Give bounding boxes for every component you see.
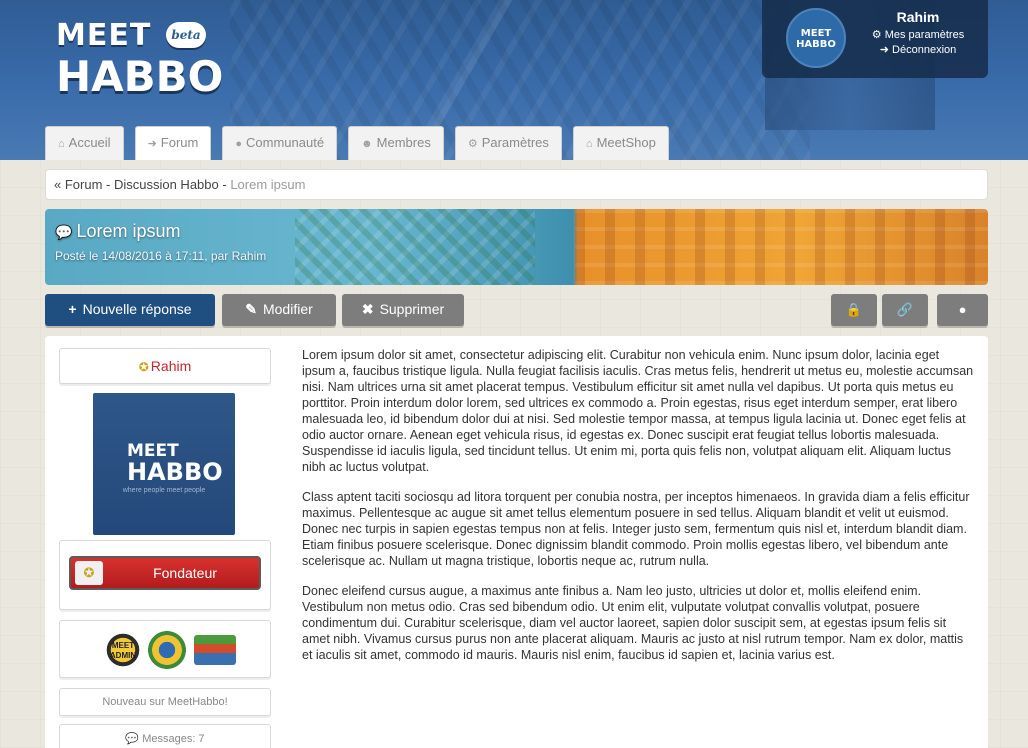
lock-icon: 🔒 — [845, 302, 863, 317]
medal-icon: ✪ — [138, 360, 149, 374]
breadcrumb: « Forum - Discussion Habbo - Lorem ipsum — [45, 169, 988, 200]
comment-icon: 💬 — [125, 733, 143, 745]
logout-link[interactable]: ➜ Déconnexion — [858, 43, 978, 56]
logo-habbo: HABBO — [56, 52, 224, 101]
meet-admin-badge[interactable]: MEET ADMIN — [104, 631, 142, 669]
member-status: Nouveau sur MeetHabbo! — [59, 688, 271, 716]
breadcrumb-current: Lorem ipsum — [230, 177, 306, 192]
topic-banner: 💬 Lorem ipsum Posté le 14/08/2016 à 17:11… — [45, 209, 988, 285]
breadcrumb-forum[interactable]: Forum — [65, 177, 103, 192]
logout-icon: ➜ — [879, 44, 889, 56]
comment-icon: 💬 — [55, 224, 73, 240]
tab-label: Accueil — [68, 135, 111, 150]
author-name: Rahim — [150, 358, 192, 374]
signin-icon: ➜ — [147, 138, 157, 150]
tab-meetshop[interactable]: ⌂ MeetShop — [572, 126, 669, 160]
tab-label: Paramètres — [481, 135, 549, 150]
logo-meet: MEET — [56, 18, 152, 53]
shop-icon: ⌂ — [585, 138, 593, 150]
beta-badge: beta — [166, 22, 206, 48]
tab-parametres[interactable]: ⚙ Paramètres — [454, 126, 562, 160]
home-icon: ⌂ — [58, 138, 65, 150]
medal-icon: ✪ — [75, 561, 103, 585]
breadcrumb-separator: - — [102, 177, 114, 192]
gear-icon: ⚙ — [871, 29, 882, 41]
edit-label: Modifier — [262, 301, 313, 317]
delete-label: Supprimer — [379, 301, 445, 317]
topic-title: 💬 Lorem ipsum — [55, 221, 180, 242]
post-card: ✪ Rahim MEET HABBO where people meet peop… — [45, 336, 988, 748]
rank-label: Fondateur — [153, 565, 217, 581]
breadcrumb-separator: - — [218, 177, 231, 192]
banner-scene-left — [295, 209, 535, 285]
author-name-box[interactable]: ✪ Rahim — [59, 348, 271, 384]
author-avatar: MEET HABBO where people meet people — [93, 393, 235, 535]
badges-box: MEET ADMIN — [59, 620, 271, 678]
tab-communaute[interactable]: ● Communauté — [222, 126, 338, 160]
new-reply-button[interactable]: + Nouvelle réponse — [45, 294, 215, 326]
avatar-logo-tagline: where people meet people — [122, 487, 206, 494]
tab-label: Membres — [376, 135, 431, 150]
banner-scene-right — [575, 209, 988, 285]
site-header: MEET beta HABBO MEET HABBO Rahim ⚙ Mes p… — [0, 0, 1028, 160]
gear-icon: ⚙ — [467, 138, 478, 150]
site-logo[interactable]: MEET beta HABBO — [56, 18, 231, 101]
user-name[interactable]: Rahim — [858, 9, 978, 25]
globe-icon: ● — [958, 302, 967, 317]
post-paragraph: Lorem ipsum dolor sit amet, consectetur … — [302, 348, 974, 474]
avatar-logo-habbo: HABBO — [127, 458, 223, 486]
sheriff-badge[interactable] — [148, 631, 186, 669]
new-reply-label: Nouvelle réponse — [82, 301, 192, 317]
tab-label: Forum — [160, 135, 199, 150]
tab-forum[interactable]: ➜ Forum — [134, 126, 212, 160]
main-nav: ⌂ Accueil ➜ Forum ● Communauté ☻ Membres ⚙ Pa… — [45, 126, 669, 160]
breadcrumb-category[interactable]: Discussion Habbo — [114, 177, 219, 192]
post-paragraph: Class aptent taciti sociosqu ad litora t… — [302, 490, 970, 568]
tab-membres[interactable]: ☻ Membres — [348, 126, 444, 160]
logout-label: Déconnexion — [892, 44, 957, 56]
link-button[interactable]: 🔗 — [882, 294, 928, 326]
rank-box: ✪ Fondateur — [59, 540, 271, 610]
edit-icon: ✎ — [245, 301, 257, 317]
breadcrumb-prefix: « — [54, 177, 65, 192]
topic-meta: Posté le 14/08/2016 à 17:11, par Rahim — [55, 249, 267, 263]
users-icon: ☻ — [361, 138, 373, 150]
plus-icon: + — [68, 301, 77, 317]
user-panel: MEET HABBO Rahim ⚙ Mes paramètres ➜ Déco… — [762, 0, 988, 78]
link-icon: 🔗 — [896, 302, 914, 317]
globe-icon: ● — [235, 138, 243, 150]
user-avatar[interactable]: MEET HABBO — [786, 8, 846, 68]
delete-button[interactable]: ✖ Supprimer — [342, 294, 464, 326]
tab-label: MeetShop — [596, 135, 656, 150]
settings-label: Mes paramètres — [884, 29, 965, 41]
post-paragraph: Donec eleifend cursus augue, a maximus a… — [302, 584, 964, 662]
stack-badge[interactable] — [194, 635, 236, 665]
post-content: Lorem ipsum dolor sit amet, consectetur … — [302, 347, 974, 677]
message-count: 💬 Messages: 7 — [59, 724, 271, 748]
tab-label: Communauté — [246, 135, 325, 150]
message-count-text: Messages: 7 — [142, 733, 205, 745]
globe-button[interactable]: ● — [937, 294, 988, 326]
lock-button[interactable]: 🔒 — [831, 294, 877, 326]
rank-badge: ✪ Fondateur — [69, 556, 261, 590]
tab-accueil[interactable]: ⌂ Accueil — [45, 126, 124, 160]
topic-title-text: Lorem ipsum — [76, 221, 181, 241]
close-icon: ✖ — [361, 301, 374, 317]
edit-button[interactable]: ✎ Modifier — [222, 294, 336, 326]
settings-link[interactable]: ⚙ Mes paramètres — [858, 28, 978, 41]
